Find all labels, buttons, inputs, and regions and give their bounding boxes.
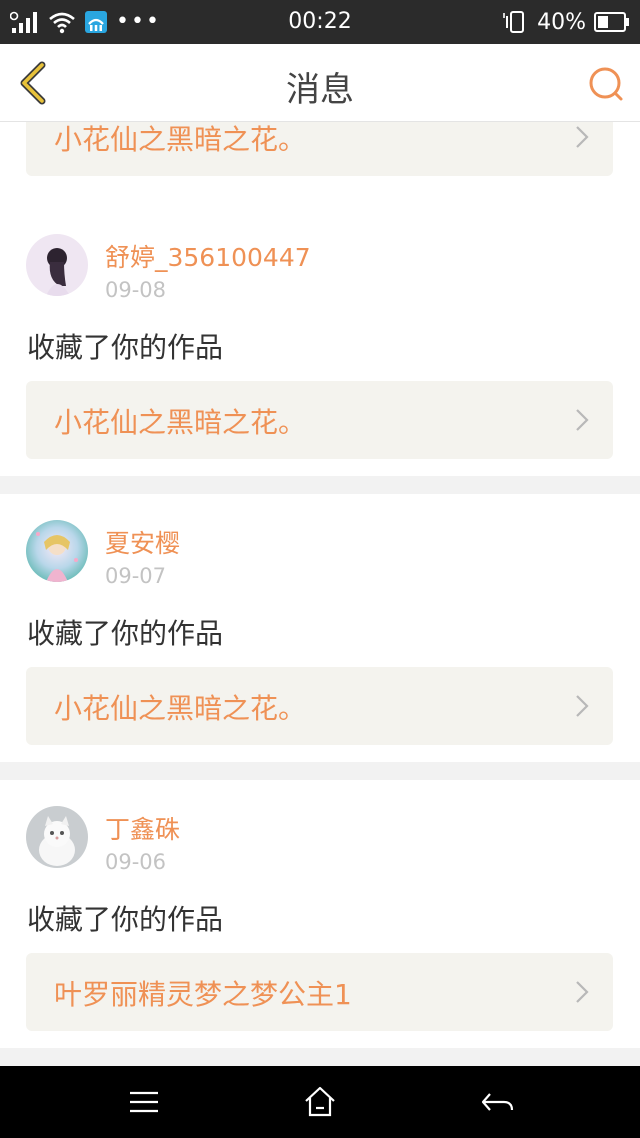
work-title: 叶罗丽精灵梦之梦公主1 bbox=[54, 978, 352, 1011]
work-link[interactable]: 小花仙之黑暗之花。 bbox=[26, 122, 613, 176]
user-name[interactable]: 夏安樱 bbox=[105, 524, 180, 560]
avatar[interactable] bbox=[26, 234, 88, 296]
work-link[interactable]: 叶罗丽精灵梦之梦公主1 bbox=[26, 953, 613, 1031]
action-text: 收藏了你的作品 bbox=[27, 903, 224, 936]
chevron-right-icon bbox=[576, 409, 589, 431]
notification-card: 丁鑫硃 09-06 收藏了你的作品 叶罗丽精灵梦之梦公主1 bbox=[0, 780, 640, 1048]
timestamp: 09-06 bbox=[105, 850, 167, 874]
action-text: 收藏了你的作品 bbox=[27, 617, 224, 650]
search-icon[interactable] bbox=[586, 64, 626, 104]
battery-icon bbox=[594, 12, 629, 32]
chevron-right-icon bbox=[576, 981, 589, 1003]
user-name[interactable]: 舒婷_356100447 bbox=[105, 238, 311, 274]
chevron-right-icon bbox=[576, 695, 589, 717]
user-name[interactable]: 丁鑫硃 bbox=[105, 810, 180, 846]
status-right-icons: 40% bbox=[503, 8, 630, 36]
work-title: 小花仙之黑暗之花。 bbox=[54, 123, 307, 156]
chevron-right-icon bbox=[576, 126, 589, 148]
work-title: 小花仙之黑暗之花。 bbox=[54, 406, 307, 439]
work-title: 小花仙之黑暗之花。 bbox=[54, 692, 307, 725]
menu-icon[interactable] bbox=[124, 1082, 164, 1122]
message-list[interactable]: 小花仙之黑暗之花。 舒婷_356100447 09-08 收藏了你的作品 小花仙… bbox=[0, 122, 640, 1066]
notification-card: 夏安樱 09-07 收藏了你的作品 小花仙之黑暗之花。 bbox=[0, 494, 640, 762]
action-text: 收藏了你的作品 bbox=[27, 331, 224, 364]
system-nav-bar bbox=[0, 1066, 640, 1138]
timestamp: 09-08 bbox=[105, 278, 167, 302]
timestamp: 09-07 bbox=[105, 564, 167, 588]
work-link[interactable]: 小花仙之黑暗之花。 bbox=[26, 381, 613, 459]
avatar[interactable] bbox=[26, 520, 88, 582]
battery-percent: 40% bbox=[537, 9, 586, 35]
vibrate-icon bbox=[503, 11, 525, 33]
notification-card: 舒婷_356100447 09-08 收藏了你的作品 小花仙之黑暗之花。 bbox=[0, 208, 640, 476]
page-title: 消息 bbox=[286, 70, 354, 110]
status-bar: ••• 00:22 40% bbox=[0, 0, 640, 44]
home-icon[interactable] bbox=[300, 1082, 340, 1122]
app-header: 消息 bbox=[0, 44, 640, 122]
avatar[interactable] bbox=[26, 806, 88, 868]
back-nav-icon[interactable] bbox=[478, 1082, 518, 1122]
work-link[interactable]: 小花仙之黑暗之花。 bbox=[26, 667, 613, 745]
